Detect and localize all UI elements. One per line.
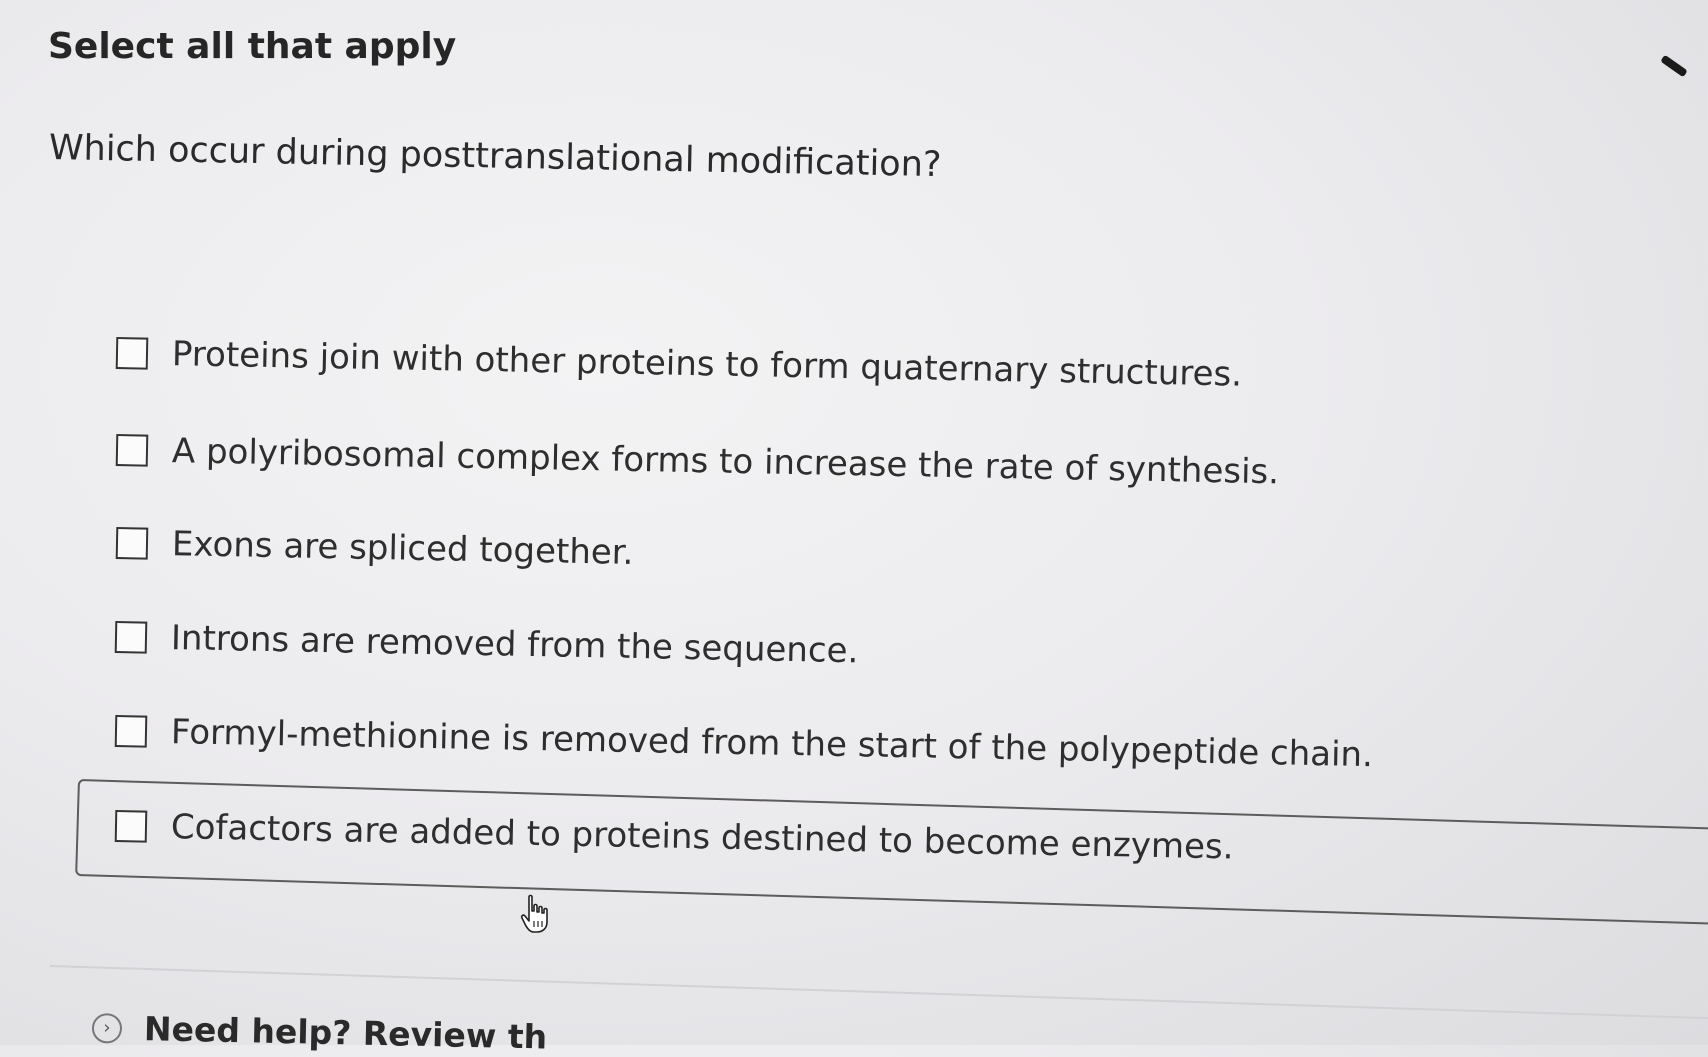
screen-glare-mark [1660,54,1688,78]
checkbox[interactable] [114,810,148,843]
checkbox[interactable] [115,527,149,560]
answer-option-1[interactable]: Proteins join with other proteins to for… [115,333,1243,395]
hand-pointer-icon [520,894,548,933]
option-label: Cofactors are added to proteins destined… [170,807,1234,868]
answer-option-5[interactable]: Formyl-methionine is removed from the st… [114,711,1374,776]
chevron-right-circle-icon: › [91,1012,123,1044]
answer-option-3[interactable]: Exons are spliced together. [115,523,634,573]
answer-option-2[interactable]: A polyribosomal complex forms to increas… [115,430,1280,493]
instruction-text: Select all that apply [48,26,457,67]
checkbox[interactable] [115,434,149,467]
option-label: Introns are removed from the sequence. [170,618,859,672]
answer-option-6[interactable]: Cofactors are added to proteins destined… [114,806,1234,868]
checkbox[interactable] [115,337,149,370]
option-label: Exons are spliced together. [171,524,634,573]
checkbox[interactable] [114,621,148,654]
checkbox[interactable] [114,715,148,748]
need-help-link[interactable]: › Need help? Review th [91,1008,548,1057]
option-label: Formyl-methionine is removed from the st… [170,712,1374,776]
option-label: Proteins join with other proteins to for… [171,334,1243,395]
option-label: A polyribosomal complex forms to increas… [171,431,1280,493]
answer-option-4[interactable]: Introns are removed from the sequence. [114,617,859,672]
question-prompt: Which occur during posttranslational mod… [48,128,942,186]
question-card: Select all that apply Which occur during… [0,0,1708,1057]
need-help-text: Need help? Review th [143,1009,548,1057]
